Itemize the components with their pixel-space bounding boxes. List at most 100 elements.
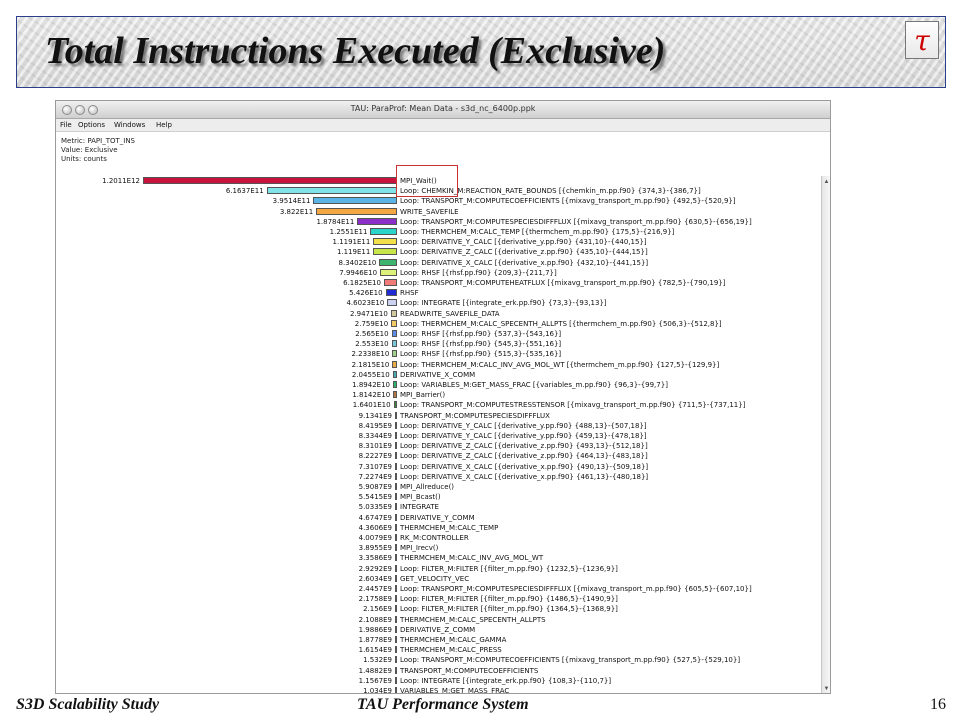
row-bar[interactable] xyxy=(383,279,397,286)
function-row[interactable]: 9.1341E9 TRANSPORT_M:COMPUTESPECIESDIFFFL… xyxy=(56,411,822,421)
function-row[interactable]: 1.034E9 VARIABLES_M:GET_MASS_FRAC xyxy=(56,686,822,693)
row-bar[interactable] xyxy=(393,401,397,409)
row-label[interactable]: Loop: FILTER_M:FILTER [{filter_m.pp.f90}… xyxy=(400,595,618,603)
function-row[interactable]: 2.4457E9 Loop: TRANSPORT_M:COMPUTESPECIES… xyxy=(56,584,822,594)
row-label[interactable]: Loop: DERIVATIVE_Z_CALC [{derivative_z.p… xyxy=(400,248,648,256)
function-row[interactable]: 7.9946E10 Loop: RHSF [{rhsf.pp.f90} {209,… xyxy=(56,268,822,278)
row-label[interactable]: Loop: DERIVATIVE_X_CALC [{derivative_x.p… xyxy=(400,473,648,481)
menu-options[interactable]: Options xyxy=(78,121,105,129)
function-row[interactable]: 7.2274E9 Loop: DERIVATIVE_X_CALC [{deriva… xyxy=(56,472,822,482)
row-label[interactable]: THERMCHEM_M:CALC_TEMP xyxy=(400,524,498,532)
row-bar[interactable] xyxy=(395,605,397,613)
row-bar[interactable] xyxy=(395,493,397,501)
function-row[interactable]: 2.1758E9 Loop: FILTER_M:FILTER [{filter_m… xyxy=(56,594,822,604)
row-bar[interactable] xyxy=(395,483,397,490)
row-label[interactable]: Loop: DERIVATIVE_Y_CALC [{derivative_y.p… xyxy=(400,422,647,430)
row-label[interactable]: THERMCHEM_M:CALC_INV_AVG_MOL_WT xyxy=(400,554,543,562)
function-row[interactable]: 3.3586E9 THERMCHEM_M:CALC_INV_AVG_MOL_WT xyxy=(56,553,822,563)
row-bar[interactable] xyxy=(373,248,397,256)
row-bar[interactable] xyxy=(395,421,397,429)
function-row[interactable]: 1.8784E11 Loop: TRANSPORT_M:COMPUTESPECIE… xyxy=(56,217,822,227)
function-row[interactable]: 2.156E9 Loop: FILTER_M:FILTER [{filter_m.… xyxy=(56,604,822,614)
row-label[interactable]: Loop: DERIVATIVE_Y_CALC [{derivative_y.p… xyxy=(400,238,647,246)
row-label[interactable]: READWRITE_SAVEFILE_DATA xyxy=(400,310,500,318)
function-row[interactable]: 8.4195E9 Loop: DERIVATIVE_Y_CALC [{deriva… xyxy=(56,421,822,431)
row-bar[interactable] xyxy=(395,636,397,643)
function-row[interactable]: 1.8778E9 THERMCHEM_M:CALC_GAMMA xyxy=(56,635,822,645)
row-label[interactable]: Loop: TRANSPORT_M:COMPUTEHEATFLUX [{mixa… xyxy=(400,279,725,287)
row-bar[interactable] xyxy=(392,381,397,388)
row-label[interactable]: INTEGRATE xyxy=(400,503,439,511)
row-label[interactable]: Loop: TRANSPORT_M:COMPUTESPECIESDIFFFLUX… xyxy=(400,218,752,226)
function-row[interactable]: 1.8142E10 MPI_Barrier() xyxy=(56,390,822,400)
menu-file[interactable]: File xyxy=(60,121,72,129)
function-row[interactable]: 4.3606E9 THERMCHEM_M:CALC_TEMP xyxy=(56,523,822,533)
row-label[interactable]: GET_VELOCITY_VEC xyxy=(400,575,469,583)
row-label[interactable]: Loop: DERIVATIVE_Y_CALC [{derivative_y.p… xyxy=(400,432,647,440)
row-label[interactable]: TRANSPORT_M:COMPUTECOEFFICIENTS xyxy=(400,667,538,675)
function-row[interactable]: 2.0455E10 DERIVATIVE_X_COMM xyxy=(56,370,822,380)
function-row[interactable]: 7.3107E9 Loop: DERIVATIVE_X_CALC [{deriva… xyxy=(56,462,822,472)
function-row[interactable]: 2.759E10 Loop: THERMCHEM_M:CALC_SPECENTH_… xyxy=(56,319,822,329)
function-row[interactable]: 1.2551E11 Loop: THERMCHEM_M:CALC_TEMP [{t… xyxy=(56,227,822,237)
row-label[interactable]: Loop: RHSF [{rhsf.pp.f90} {537,3}-{543,1… xyxy=(400,330,561,338)
row-label[interactable]: MPI_Bcast() xyxy=(400,493,441,501)
row-label[interactable]: Loop: THERMCHEM_M:CALC_TEMP [{thermchem_… xyxy=(400,228,674,236)
function-row[interactable]: 2.1088E9 THERMCHEM_M:CALC_SPECENTH_ALLPTS xyxy=(56,615,822,625)
row-bar[interactable] xyxy=(395,656,397,664)
row-bar[interactable] xyxy=(357,217,397,225)
row-label[interactable]: MPI_Irecv() xyxy=(400,544,438,552)
row-bar[interactable] xyxy=(395,432,397,439)
scroll-down-arrow-icon[interactable]: ▼ xyxy=(823,685,830,693)
function-row[interactable]: 1.1567E9 Loop: INTEGRATE [{integrate_erk.… xyxy=(56,676,822,686)
row-label[interactable]: Loop: RHSF [{rhsf.pp.f90} {515,3}-{535,1… xyxy=(400,350,561,358)
menu-windows[interactable]: Windows xyxy=(114,121,145,129)
row-label[interactable]: Loop: DERIVATIVE_X_CALC [{derivative_x.p… xyxy=(400,259,648,267)
function-row[interactable]: 5.9087E9 MPI_Allreduce() xyxy=(56,482,822,492)
row-bar[interactable] xyxy=(373,238,397,246)
row-label[interactable]: Loop: FILTER_M:FILTER [{filter_m.pp.f90}… xyxy=(400,565,618,573)
row-bar[interactable] xyxy=(395,503,397,511)
row-bar[interactable] xyxy=(390,309,397,317)
function-row[interactable]: 8.3344E9 Loop: DERIVATIVE_Y_CALC [{deriva… xyxy=(56,431,822,441)
row-label[interactable]: WRITE_SAVEFILE xyxy=(400,208,459,216)
function-row[interactable]: 5.426E10 RHSF xyxy=(56,288,822,298)
row-bar[interactable] xyxy=(395,676,397,684)
row-bar[interactable] xyxy=(379,258,397,266)
row-bar[interactable] xyxy=(313,197,397,205)
function-row[interactable]: 2.9471E10 READWRITE_SAVEFILE_DATA xyxy=(56,309,822,319)
function-row[interactable]: 5.5415E9 MPI_Bcast() xyxy=(56,492,822,502)
row-bar[interactable] xyxy=(395,534,397,541)
row-bar[interactable] xyxy=(316,207,397,215)
row-bar[interactable] xyxy=(395,544,397,552)
row-label[interactable]: Loop: INTEGRATE [{integrate_erk.pp.f90} … xyxy=(400,299,607,307)
function-row[interactable]: 8.3101E9 Loop: DERIVATIVE_Z_CALC [{deriva… xyxy=(56,441,822,451)
row-bar[interactable] xyxy=(395,452,397,460)
row-bar[interactable] xyxy=(266,187,397,195)
function-row[interactable]: 2.6034E9 GET_VELOCITY_VEC xyxy=(56,574,822,584)
row-bar[interactable] xyxy=(395,646,397,654)
row-label[interactable]: Loop: DERIVATIVE_Z_CALC [{derivative_z.p… xyxy=(400,452,648,460)
row-label[interactable]: VARIABLES_M:GET_MASS_FRAC xyxy=(400,687,509,693)
menu-help[interactable]: Help xyxy=(156,121,172,129)
function-row[interactable]: 2.553E10 Loop: RHSF [{rhsf.pp.f90} {545,3… xyxy=(56,339,822,349)
row-label[interactable]: Loop: RHSF [{rhsf.pp.f90} {545,3}-{551,1… xyxy=(400,340,561,348)
row-label[interactable]: Loop: DERIVATIVE_Z_CALC [{derivative_z.p… xyxy=(400,442,648,450)
row-bar[interactable] xyxy=(395,687,397,693)
function-row[interactable]: 2.1815E10 Loop: THERMCHEM_M:CALC_INV_AVG_… xyxy=(56,360,822,370)
function-row[interactable]: 4.0079E9 RK_M:CONTROLLER xyxy=(56,533,822,543)
function-row[interactable]: 2.565E10 Loop: RHSF [{rhsf.pp.f90} {537,3… xyxy=(56,329,822,339)
row-label[interactable]: Loop: THERMCHEM_M:CALC_INV_AVG_MOL_WT [{… xyxy=(400,361,719,369)
function-row[interactable]: 2.9292E9 Loop: FILTER_M:FILTER [{filter_m… xyxy=(56,564,822,574)
function-row[interactable]: 1.6401E10 Loop: TRANSPORT_M:COMPUTESTRESS… xyxy=(56,400,822,410)
row-bar[interactable] xyxy=(395,574,397,582)
row-label[interactable]: Loop: THERMCHEM_M:CALC_SPECENTH_ALLPTS [… xyxy=(400,320,722,328)
row-label[interactable]: Loop: TRANSPORT_M:COMPUTESTRESSTENSOR [{… xyxy=(400,401,745,409)
row-label[interactable]: Loop: TRANSPORT_M:COMPUTECOEFFICIENTS [{… xyxy=(400,197,736,205)
row-label[interactable]: THERMCHEM_M:CALC_GAMMA xyxy=(400,636,506,644)
function-row[interactable]: 3.9514E11 Loop: TRANSPORT_M:COMPUTECOEFFI… xyxy=(56,196,822,206)
row-label[interactable]: Loop: INTEGRATE [{integrate_erk.pp.f90} … xyxy=(400,677,611,685)
row-bar[interactable] xyxy=(380,268,397,276)
row-label[interactable]: Loop: TRANSPORT_M:COMPUTESPECIESDIFFFLUX… xyxy=(400,585,752,593)
row-bar[interactable] xyxy=(395,625,397,633)
